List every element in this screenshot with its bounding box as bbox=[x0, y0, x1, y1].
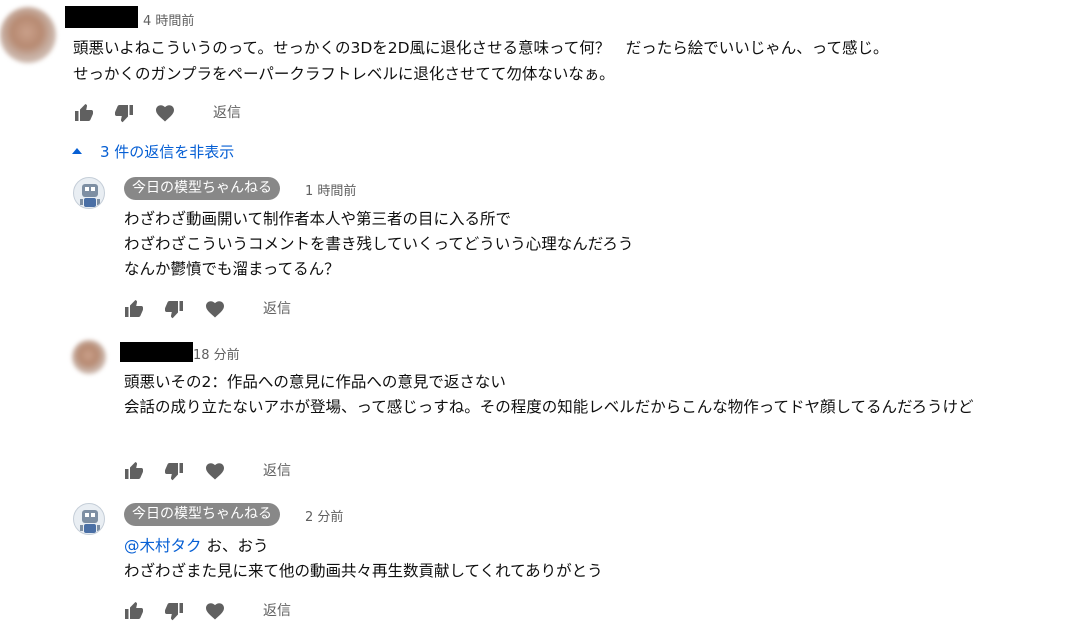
robot-avatar-icon bbox=[80, 510, 100, 533]
reply-actions: 返信 bbox=[122, 297, 322, 321]
robot-avatar-icon bbox=[80, 184, 100, 207]
reply-text-line: わざわざこういうコメントを書き残していくってどういう心理なんだろう bbox=[124, 235, 634, 253]
author-channel-chip[interactable]: 今日の模型ちゃんねる bbox=[124, 503, 280, 526]
thumb-down-icon[interactable] bbox=[162, 297, 186, 321]
reply-item: 今日の模型ちゃんねる 1 時間前 わざわざ動画開いて制作者本人や第三者の目に入る… bbox=[0, 170, 1086, 335]
heart-icon[interactable] bbox=[203, 459, 227, 483]
reply-text-line: 会話の成り立たないアホが登場、って感じっすね。その程度の知能レベルだからこんな物… bbox=[124, 398, 974, 416]
reply-timestamp[interactable]: 1 時間前 bbox=[305, 180, 356, 199]
reply-button[interactable]: 返信 bbox=[263, 298, 291, 318]
reply-text-line: なんか鬱憤でも溜まってるん？ bbox=[124, 260, 340, 278]
reply-button[interactable]: 返信 bbox=[263, 600, 291, 620]
author-channel-chip[interactable]: 今日の模型ちゃんねる bbox=[124, 177, 280, 200]
caret-up-icon bbox=[72, 148, 82, 154]
reply-timestamp[interactable]: 18 分前 bbox=[193, 344, 240, 363]
comment-text-line: せっかくのガンプラをペーパークラフトレベルに退化させてて勿体ないなぁ。 bbox=[73, 65, 615, 83]
reply-text-line: 頭悪いその2：作品への意見に作品への意見で返さない bbox=[124, 373, 506, 391]
thumb-up-icon[interactable] bbox=[72, 101, 96, 125]
avatar[interactable] bbox=[73, 503, 105, 535]
reply-text-inline: お、おう bbox=[201, 537, 269, 555]
avatar[interactable] bbox=[72, 340, 106, 374]
reply-button[interactable]: 返信 bbox=[213, 102, 241, 122]
thumb-up-icon[interactable] bbox=[122, 599, 146, 623]
reply-text-line: @木村タク お、おう bbox=[124, 534, 268, 558]
user-mention-link[interactable]: @木村タク bbox=[124, 537, 202, 555]
heart-icon[interactable] bbox=[203, 297, 227, 321]
redacted-username bbox=[120, 342, 193, 362]
heart-icon[interactable] bbox=[153, 101, 177, 125]
thumb-down-icon[interactable] bbox=[162, 599, 186, 623]
reply-actions: 返信 bbox=[122, 459, 322, 483]
reply-button[interactable]: 返信 bbox=[263, 460, 291, 480]
heart-icon[interactable] bbox=[203, 599, 227, 623]
reply-actions: 返信 bbox=[122, 599, 322, 623]
redacted-username bbox=[65, 6, 138, 28]
thumb-down-icon[interactable] bbox=[112, 101, 136, 125]
reply-item: 18 分前 頭悪いその2：作品への意見に作品への意見で返さない 会話の成り立たな… bbox=[0, 335, 1086, 495]
reply-text-line: わざわざ動画開いて制作者本人や第三者の目に入る所で bbox=[124, 210, 512, 228]
hide-replies-label: 3 件の返信を非表示 bbox=[100, 143, 235, 161]
reply-timestamp[interactable]: 2 分前 bbox=[305, 506, 343, 525]
avatar[interactable] bbox=[0, 7, 56, 63]
comment-timestamp[interactable]: 4 時間前 bbox=[143, 10, 194, 29]
thumb-up-icon[interactable] bbox=[122, 459, 146, 483]
comment-text-line: 頭悪いよねこういうのって。せっかくの3Dを2D風に退化させる意味って何？ だった… bbox=[73, 39, 889, 57]
comment-actions: 返信 bbox=[72, 101, 272, 125]
avatar[interactable] bbox=[73, 177, 105, 209]
thumb-up-icon[interactable] bbox=[122, 297, 146, 321]
reply-item: 今日の模型ちゃんねる 2 分前 @木村タク お、おう わざわざまた見に来て他の動… bbox=[0, 495, 1086, 630]
reply-text-line: わざわざまた見に来て他の動画共々再生数貢献してくれてありがとう bbox=[124, 562, 603, 580]
thumb-down-icon[interactable] bbox=[162, 459, 186, 483]
